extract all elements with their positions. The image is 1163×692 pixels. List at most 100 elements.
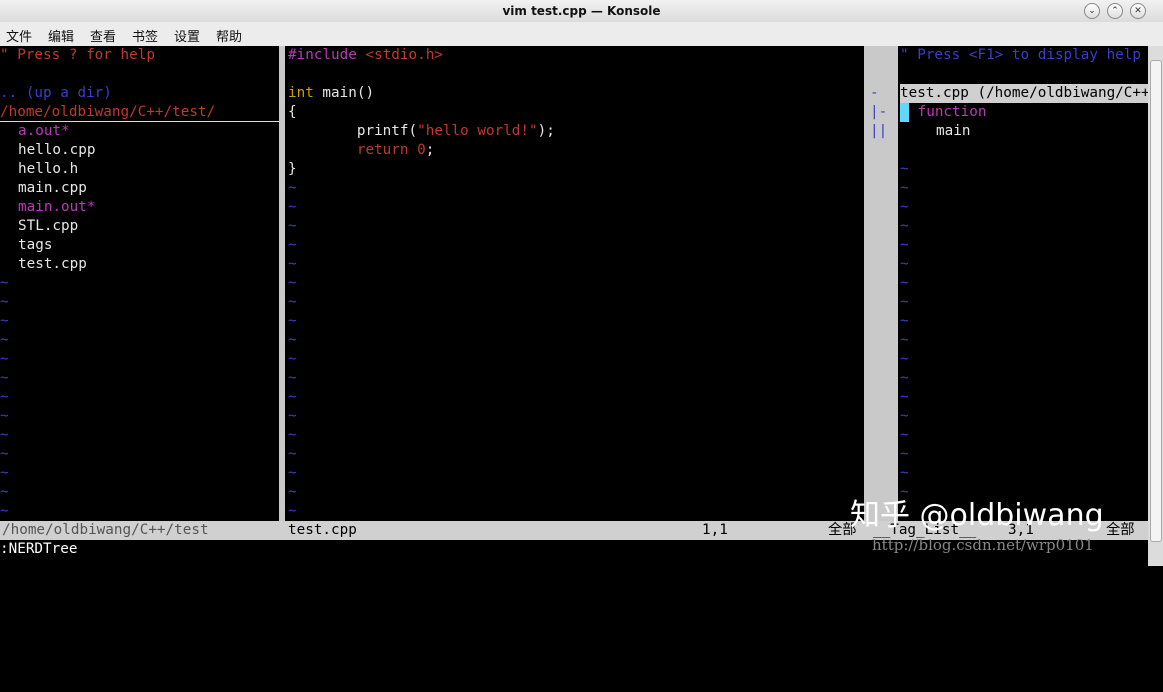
- menu-view[interactable]: 查看: [90, 26, 116, 45]
- main-signature: main(): [313, 85, 375, 101]
- empty-line-tilde: ~: [0, 275, 9, 291]
- empty-line-tilde: ~: [0, 351, 9, 367]
- empty-line-tilde: ~: [0, 465, 9, 481]
- csdn-watermark: http://blog.csdn.net/wrp0101: [872, 536, 1094, 554]
- taglist-pane[interactable]: " Press <F1> to display help test.cpp (/…: [900, 46, 1148, 521]
- empty-line-tilde: ~: [900, 218, 909, 234]
- nerdtree-file-item[interactable]: main.out*: [0, 198, 279, 217]
- include-directive: #include: [288, 47, 357, 63]
- nerdtree-cwd[interactable]: /home/oldbiwang/C++/test/: [0, 103, 279, 122]
- include-file: <stdio.h>: [365, 47, 443, 63]
- nerdtree-file-item[interactable]: test.cpp: [0, 255, 279, 274]
- scrollbar-thumb[interactable]: [1150, 60, 1162, 542]
- terminal-area[interactable]: " Press ? for help .. (up a dir) /home/o…: [0, 46, 1148, 557]
- terminal-scrollbar[interactable]: [1148, 46, 1163, 566]
- printf-string: "hello world!": [417, 123, 538, 139]
- menu-file[interactable]: 文件: [6, 26, 32, 45]
- return-value: 0: [417, 142, 426, 158]
- empty-line-tilde: ~: [900, 427, 909, 443]
- empty-line-tilde: ~: [0, 332, 9, 348]
- code-line-1: #include <stdio.h>: [288, 46, 864, 65]
- empty-line-tilde: ~: [0, 484, 9, 500]
- editor-pane[interactable]: #include <stdio.h> int main() { printf("…: [288, 46, 864, 521]
- empty-line-tilde: ~: [288, 180, 297, 196]
- empty-line-tilde: ~: [288, 313, 297, 329]
- nerdtree-file-item[interactable]: a.out*: [0, 122, 279, 141]
- split-divider-left[interactable]: [279, 46, 285, 521]
- empty-line-tilde: ~: [288, 256, 297, 272]
- empty-line-tilde: ~: [288, 408, 297, 424]
- empty-line-tilde: ~: [0, 446, 9, 462]
- status-nerd-path: /home/oldbiwang/C++/test: [2, 522, 209, 538]
- empty-line-tilde: ~: [900, 389, 909, 405]
- code-line-6: return 0;: [288, 141, 864, 160]
- empty-line-tilde: ~: [288, 370, 297, 386]
- maximize-icon[interactable]: ⌃: [1107, 3, 1123, 19]
- empty-line-tilde: ~: [288, 446, 297, 462]
- status-file: test.cpp: [288, 522, 357, 538]
- empty-line-tilde: ~: [900, 465, 909, 481]
- printf-end: );: [537, 123, 555, 139]
- code-line-5: printf("hello world!");: [288, 122, 864, 141]
- taglist-file-entry[interactable]: test.cpp (/home/oldbiwang/C++/test/: [900, 84, 1148, 103]
- nerdtree-file-item[interactable]: tags: [0, 236, 279, 255]
- empty-line-tilde: ~: [900, 313, 909, 329]
- minimize-icon[interactable]: ⌄: [1084, 3, 1100, 19]
- fold-mark: -: [870, 85, 879, 101]
- empty-line-tilde: ~: [0, 370, 9, 386]
- empty-line-tilde: ~: [0, 503, 9, 519]
- empty-line-tilde: ~: [288, 332, 297, 348]
- empty-line-tilde: ~: [900, 180, 909, 196]
- nerdtree-file-item[interactable]: hello.h: [0, 160, 279, 179]
- empty-line-tilde: ~: [900, 294, 909, 310]
- taglist-tag-main[interactable]: main: [900, 122, 1148, 141]
- empty-line-tilde: ~: [0, 427, 9, 443]
- empty-line-tilde: ~: [900, 332, 909, 348]
- nerdtree-file-item[interactable]: main.cpp: [0, 179, 279, 198]
- taglist-group[interactable]: function: [900, 103, 1148, 122]
- code-line-3: int main(): [288, 84, 864, 103]
- empty-line-tilde: ~: [288, 294, 297, 310]
- window-title: vim test.cpp — Konsole: [502, 4, 661, 18]
- empty-line-tilde: ~: [900, 446, 909, 462]
- menu-settings[interactable]: 设置: [174, 26, 200, 45]
- empty-line-tilde: ~: [0, 389, 9, 405]
- menu-bar: 文件 编辑 查看 书签 设置 帮助: [0, 22, 1163, 47]
- empty-line-tilde: ~: [288, 218, 297, 234]
- close-icon[interactable]: ✕: [1130, 3, 1146, 19]
- fold-mark: ||: [870, 123, 888, 139]
- empty-line-tilde: ~: [288, 275, 297, 291]
- empty-line-tilde: ~: [900, 256, 909, 272]
- empty-line-tilde: ~: [288, 427, 297, 443]
- nerdtree-help: " Press ? for help: [0, 47, 155, 63]
- empty-line-tilde: ~: [0, 294, 9, 310]
- empty-line-tilde: ~: [900, 161, 909, 177]
- taglist-empty-lines: ~ ~ ~ ~ ~ ~ ~ ~ ~ ~ ~ ~ ~ ~ ~ ~ ~ ~: [900, 160, 1148, 502]
- empty-line-tilde: ~: [900, 199, 909, 215]
- empty-line-tilde: ~: [900, 351, 909, 367]
- cursor-block: [900, 103, 909, 122]
- nerdtree-file-item[interactable]: STL.cpp: [0, 217, 279, 236]
- taglist-group-label: function: [917, 104, 987, 120]
- printf-call: printf(: [288, 123, 418, 139]
- empty-line-tilde: ~: [288, 199, 297, 215]
- empty-line-tilde: ~: [288, 484, 297, 500]
- taglist-help: " Press <F1> to display help: [900, 47, 1142, 63]
- menu-bookmarks[interactable]: 书签: [132, 26, 158, 45]
- nerdtree-updir[interactable]: .. (up a dir): [0, 84, 279, 103]
- nerdtree-file-item[interactable]: hello.cpp: [0, 141, 279, 160]
- empty-line-tilde: ~: [0, 313, 9, 329]
- return-end: ;: [425, 142, 435, 158]
- nerdtree-empty-lines: ~ ~ ~ ~ ~ ~ ~ ~ ~ ~ ~ ~ ~: [0, 274, 279, 521]
- int-keyword: int: [288, 85, 314, 101]
- nerdtree-pane[interactable]: " Press ? for help .. (up a dir) /home/o…: [0, 46, 279, 521]
- menu-help[interactable]: 帮助: [216, 26, 242, 45]
- menu-edit[interactable]: 编辑: [48, 26, 74, 45]
- empty-line-tilde: ~: [288, 351, 297, 367]
- return-keyword: return: [288, 142, 409, 158]
- empty-line-tilde: ~: [900, 275, 909, 291]
- window-titlebar: vim test.cpp — Konsole ⌄ ⌃ ✕: [0, 0, 1163, 22]
- empty-line-tilde: ~: [288, 237, 297, 253]
- zhihu-watermark: 知乎 @oldbiwang: [850, 498, 1104, 533]
- code-line-7: }: [288, 161, 297, 177]
